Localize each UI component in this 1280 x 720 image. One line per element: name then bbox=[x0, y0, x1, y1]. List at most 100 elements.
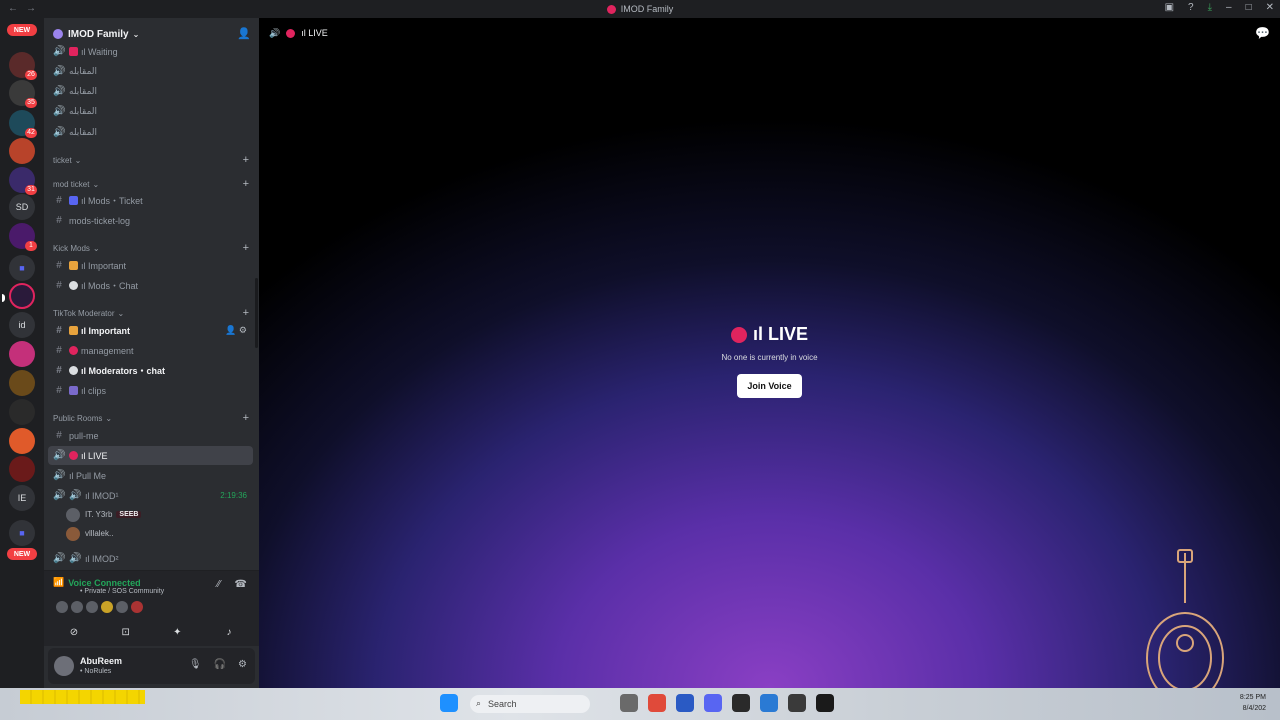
download-icon[interactable]: ⤓ bbox=[1208, 2, 1212, 13]
server-icon[interactable]: 31 bbox=[9, 167, 37, 195]
weather-widget[interactable] bbox=[20, 690, 145, 704]
disconnect-icon[interactable]: ☎ bbox=[235, 579, 247, 590]
voice-channel[interactable]: 🔊 المقابله bbox=[48, 102, 253, 121]
channel-settings-icon[interactable]: 👤 ⚙ bbox=[225, 325, 247, 336]
server-id[interactable]: id bbox=[9, 312, 35, 338]
voice-user[interactable]: vlllalek.. bbox=[66, 525, 246, 542]
server-icon[interactable]: 1 bbox=[9, 223, 37, 251]
category-kick-mods[interactable]: Kick Mods ⌄ + bbox=[48, 241, 253, 255]
server-icon[interactable] bbox=[9, 428, 35, 454]
text-channel[interactable]: # management bbox=[48, 341, 253, 360]
new-badge: NEW bbox=[7, 548, 37, 560]
text-channel[interactable]: # ıl Important bbox=[48, 256, 253, 275]
user-panel: AbuReem • NoRules 🎙 🎧 ⚙ bbox=[48, 648, 255, 684]
chrome-icon[interactable] bbox=[648, 694, 666, 712]
voice-channel[interactable]: 🔊 المقابله bbox=[48, 123, 253, 142]
voice-channel[interactable]: 🔊 🔊 ıl IMOD² bbox=[48, 549, 253, 568]
avatar bbox=[56, 601, 68, 613]
app-icon[interactable] bbox=[816, 694, 834, 712]
soundboard-icon[interactable]: ♪ bbox=[205, 623, 253, 641]
hash-icon: # bbox=[56, 430, 62, 441]
server-icon[interactable] bbox=[9, 138, 35, 164]
avatar bbox=[116, 601, 128, 613]
category-ticket[interactable]: ticket ⌄ + bbox=[48, 153, 253, 167]
voice-actions: ⁄⁄ ☎ bbox=[217, 579, 247, 590]
voice-status[interactable]: 📶 Voice Connected bbox=[53, 577, 141, 588]
server-ie[interactable]: IE bbox=[9, 485, 35, 511]
minimize-icon[interactable]: – bbox=[1226, 2, 1232, 13]
voice-channel-live[interactable]: 🔊 ıl LIVE bbox=[48, 446, 253, 465]
text-channel[interactable]: # ıl Mods・Ticket bbox=[48, 191, 253, 210]
voice-channel[interactable]: 🔊 المقابله bbox=[48, 82, 253, 101]
channel-header: 🔊 ıl LIVE 💬 bbox=[259, 18, 1280, 48]
start-icon[interactable] bbox=[440, 694, 458, 712]
maximize-icon[interactable]: □ bbox=[1246, 2, 1252, 13]
file-explorer-icon[interactable] bbox=[620, 694, 638, 712]
chevron-down-icon: ⌄ bbox=[92, 243, 100, 253]
voice-channel[interactable]: 🔊 🔊 ıl IMOD¹ 2:19:36 bbox=[48, 486, 253, 505]
category-mod-ticket[interactable]: mod ticket ⌄ + bbox=[48, 177, 253, 191]
speaker-icon: 🔊 bbox=[53, 106, 66, 117]
terminal-icon[interactable] bbox=[732, 694, 750, 712]
voice-duration: 2:19:36 bbox=[220, 491, 247, 500]
add-channel-icon[interactable]: + bbox=[243, 178, 249, 190]
taskbar-search[interactable]: ⌕ Search bbox=[470, 695, 590, 713]
user-status: • NoRules bbox=[80, 668, 112, 675]
voice-channel[interactable]: 🔊 ıl Pull Me bbox=[48, 466, 253, 485]
help-icon[interactable]: ? bbox=[1188, 2, 1194, 13]
noise-suppression-icon[interactable]: ⁄⁄ bbox=[217, 579, 220, 590]
add-channel-icon[interactable]: + bbox=[243, 242, 249, 254]
folder-icon[interactable]: ■ bbox=[9, 255, 35, 281]
server-icon[interactable] bbox=[9, 399, 35, 425]
category-public-rooms[interactable]: Public Rooms ⌄ + bbox=[48, 411, 253, 425]
chevron-down-icon: ⌄ bbox=[132, 29, 140, 39]
inbox-icon[interactable]: ▣ bbox=[1165, 2, 1174, 13]
user-tag: SEEB bbox=[116, 511, 142, 518]
folder-icon[interactable]: ■ bbox=[9, 520, 35, 546]
close-icon[interactable]: ✕ bbox=[1266, 2, 1274, 13]
chat-icon[interactable]: 💬 bbox=[1255, 26, 1270, 40]
channel-sidebar: IMOD Family ⌄ 👤 🔊 ıl Waiting 🔊 المقابله 🔊 ا… bbox=[44, 18, 259, 688]
server-sd[interactable]: SD bbox=[9, 194, 35, 220]
add-channel-icon[interactable]: + bbox=[243, 412, 249, 424]
text-channel[interactable]: # ıl Important 👤 ⚙ bbox=[48, 321, 253, 340]
voice-channel[interactable]: 🔊 ıl Waiting bbox=[48, 42, 253, 61]
scrollbar[interactable] bbox=[255, 278, 258, 348]
voice-channel[interactable]: 🔊 المقابله bbox=[48, 62, 253, 81]
chevron-down-icon: ⌄ bbox=[92, 179, 100, 189]
camera-off-icon[interactable]: ⊘ bbox=[50, 623, 98, 641]
server-icon[interactable] bbox=[9, 370, 35, 396]
add-channel-icon[interactable]: + bbox=[243, 307, 249, 319]
hash-icon: # bbox=[56, 385, 62, 396]
gear-icon[interactable]: ⚙ bbox=[238, 659, 247, 670]
system-tray-clock[interactable]: 8:25 PM 8/4/202 bbox=[1240, 692, 1266, 714]
server-icon[interactable] bbox=[9, 456, 35, 482]
app-icon[interactable] bbox=[788, 694, 806, 712]
app-icon[interactable] bbox=[676, 694, 694, 712]
invite-people-icon[interactable]: 👤 bbox=[237, 27, 251, 40]
avatar[interactable] bbox=[54, 656, 74, 676]
add-channel-icon[interactable]: + bbox=[243, 154, 249, 166]
text-channel[interactable]: # ıl clips bbox=[48, 381, 253, 400]
screen-share-icon[interactable]: ⊡ bbox=[102, 623, 150, 641]
server-imod-active[interactable] bbox=[2, 283, 35, 309]
guild-icon bbox=[53, 29, 63, 39]
server-icon[interactable]: 35 bbox=[9, 80, 37, 108]
oud-wallpaper-icon bbox=[1146, 549, 1224, 704]
discord-icon[interactable] bbox=[704, 694, 722, 712]
text-channel[interactable]: # ıl Mods・Chat bbox=[48, 276, 253, 295]
headphones-icon[interactable]: 🎧 bbox=[214, 659, 226, 670]
category-tiktok-moderator[interactable]: TikTok Moderator ⌄ + bbox=[48, 306, 253, 320]
server-icon[interactable]: 42 bbox=[9, 110, 37, 138]
server-logo-icon bbox=[606, 4, 616, 14]
server-icon[interactable]: 26 bbox=[9, 52, 37, 80]
voice-user[interactable]: IT. Y3rb SEEB bbox=[66, 506, 246, 523]
activities-icon[interactable]: ✦ bbox=[153, 623, 201, 641]
microphone-icon[interactable]: 🎙 bbox=[189, 659, 202, 670]
vscode-icon[interactable] bbox=[760, 694, 778, 712]
text-channel[interactable]: # pull-me bbox=[48, 426, 253, 445]
join-voice-button[interactable]: Join Voice bbox=[737, 373, 802, 398]
server-icon[interactable] bbox=[9, 341, 35, 367]
text-channel[interactable]: # mods-ticket-log bbox=[48, 211, 253, 230]
text-channel[interactable]: # ıl Moderators・chat bbox=[48, 361, 253, 380]
